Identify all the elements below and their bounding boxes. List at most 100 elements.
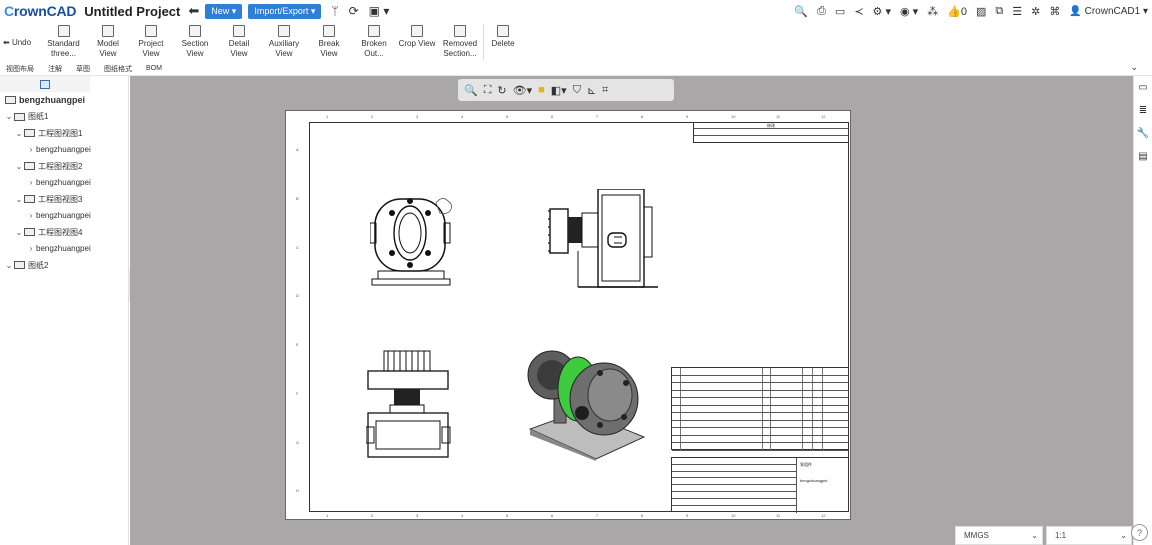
- drawing-tree-icon[interactable]: [40, 79, 50, 89]
- like-icon[interactable]: 👍0: [947, 5, 967, 18]
- gear-icon[interactable]: ✲: [1031, 5, 1040, 18]
- ribbon-tool-icon: [278, 25, 290, 37]
- import-export-button[interactable]: Import/Export ▾: [248, 3, 322, 19]
- tree-view-4[interactable]: ⌄ 工程图视图4: [0, 224, 128, 241]
- drawing-view-4-isometric[interactable]: [526, 333, 650, 461]
- rotate-icon[interactable]: ↻: [497, 84, 506, 97]
- tab-view-layout[interactable]: 视图布局: [6, 64, 34, 74]
- user-menu[interactable]: 👤 CrownCAD1 ▾: [1069, 6, 1148, 17]
- tree-view-child[interactable]: › bengzhuangpei: [0, 208, 128, 225]
- chevron-down-icon[interactable]: ⌄: [14, 129, 24, 138]
- chevron-down-icon[interactable]: ⌄: [1130, 62, 1138, 73]
- visibility-icon[interactable]: 👁▾: [513, 84, 533, 97]
- drawing-view-1[interactable]: [370, 189, 456, 289]
- chevron-down-icon[interactable]: ⌄: [14, 195, 24, 204]
- drawing-canvas[interactable]: 🔍 ⛶ ↻ 👁▾ ■ ◧▾ ⛉ ⊾ ⌗ 1 2 3 4 5 6 7 8 9 10 11 12 1234…: [130, 76, 1133, 545]
- title-block[interactable]: 泵组件 bengzhuangpei: [671, 457, 849, 513]
- ribbon-button-6[interactable]: Break View: [307, 22, 351, 60]
- ribbon-button-3[interactable]: Section View: [173, 22, 217, 60]
- list-icon[interactable]: ☰: [1012, 5, 1022, 18]
- refresh-icon[interactable]: ⟳: [349, 4, 359, 18]
- tab-sheet-format[interactable]: 图纸格式: [104, 64, 132, 74]
- ribbon-button-8[interactable]: Crop View: [397, 22, 437, 60]
- search-icon[interactable]: 🔍: [794, 5, 808, 18]
- bom-table[interactable]: [671, 367, 849, 451]
- drawing-view-2[interactable]: [548, 189, 668, 289]
- ribbon-button-5[interactable]: Auxiliary View: [261, 22, 307, 60]
- chevron-down-icon[interactable]: ⌄: [4, 112, 14, 121]
- bom-column-line: [812, 383, 813, 390]
- drawing-sheet[interactable]: 1 2 3 4 5 6 7 8 9 10 11 12 1 2 3 4 5 6 7 8 9 10 11 12 ABCDEFGH…: [285, 110, 851, 520]
- tab-annotation[interactable]: 注解: [48, 64, 62, 74]
- tree-view-3[interactable]: ⌄ 工程图视图3: [0, 191, 128, 208]
- save-icon[interactable]: ▣ ▾: [369, 4, 390, 18]
- bom-column-line: [762, 405, 763, 412]
- layers-icon[interactable]: ≣: [1134, 99, 1152, 122]
- tab-bom[interactable]: BOM: [146, 65, 162, 72]
- undo-button[interactable]: ⬅ Undo: [0, 22, 40, 47]
- ribbon-button-label: Break: [318, 39, 340, 48]
- globe-icon[interactable]: ◉ ▾: [900, 5, 918, 18]
- apps-icon[interactable]: ⌘: [1049, 5, 1060, 18]
- sheet-1-label: 图纸1: [28, 112, 49, 122]
- wrench-icon[interactable]: 🔧: [1134, 122, 1152, 145]
- new-button[interactable]: New ▾: [205, 3, 243, 19]
- tree-sheet-2[interactable]: ⌄ 图纸2: [0, 257, 128, 274]
- image-icon[interactable]: ▨: [976, 5, 986, 18]
- ribbon-button-label: Broken: [361, 39, 387, 48]
- ribbon-buttons: Standard three... Model View Project View Sect…: [40, 22, 522, 60]
- tree-root[interactable]: bengzhuangpei: [0, 92, 128, 109]
- crowncad-logo[interactable]: CrownCAD: [4, 3, 76, 19]
- ribbon-button-4[interactable]: Detail View: [217, 22, 261, 60]
- bom-column-line: [680, 383, 681, 390]
- scale-select[interactable]: 1:1 ⌄: [1046, 526, 1132, 545]
- ribbon-button-label: View: [230, 49, 248, 58]
- nodes-icon[interactable]: ⁂: [927, 5, 938, 18]
- tree-root-label: bengzhuangpei: [19, 95, 85, 106]
- shading-icon[interactable]: ■: [538, 84, 545, 96]
- ribbon-button-7[interactable]: Broken Out...: [351, 22, 397, 60]
- display-style-icon[interactable]: ◧▾: [551, 84, 567, 97]
- tree-view-child[interactable]: › bengzhuangpei: [0, 142, 128, 159]
- branch-icon[interactable]: ᛘ: [331, 4, 338, 18]
- chevron-right-icon[interactable]: ›: [26, 145, 36, 154]
- chevron-down-icon[interactable]: ⌄: [4, 261, 14, 270]
- ribbon-button-1[interactable]: Model View: [87, 22, 129, 60]
- filter-icon[interactable]: ⛉: [573, 84, 581, 97]
- help-icon[interactable]: ?: [1131, 524, 1148, 541]
- tree-sheet-1[interactable]: ⌄ 图纸1: [0, 109, 128, 126]
- project-title[interactable]: Untitled Project: [84, 4, 180, 19]
- tab-sketch[interactable]: 草图: [76, 64, 90, 74]
- plugin-icon[interactable]: ⧉: [995, 5, 1003, 18]
- bom-column-line: [812, 435, 813, 442]
- tree-view-child[interactable]: › bengzhuangpei: [0, 175, 128, 192]
- drawing-view-3[interactable]: [366, 349, 452, 459]
- screen-icon[interactable]: ▭: [835, 5, 845, 18]
- ribbon-button-0[interactable]: Standard three...: [40, 22, 87, 60]
- chevron-right-icon[interactable]: ›: [26, 244, 36, 253]
- ribbon-button-10[interactable]: Delete: [484, 22, 522, 60]
- chevron-down-icon[interactable]: ⌄: [14, 162, 24, 171]
- ribbon-button-9[interactable]: Removed Section...: [437, 22, 483, 60]
- zoom-icon[interactable]: 🔍: [464, 84, 478, 97]
- tree-view-2[interactable]: ⌄ 工程图视图2: [0, 158, 128, 175]
- zoom-fit-icon[interactable]: ⛶: [484, 84, 492, 97]
- print-icon[interactable]: ⎙: [817, 5, 826, 18]
- ribbon-button-2[interactable]: Project View: [129, 22, 173, 60]
- units-select[interactable]: MMGS ⌄: [955, 526, 1043, 545]
- tree-view-1[interactable]: ⌄ 工程图视图1: [0, 125, 128, 142]
- ribbon-tool-icon: [57, 25, 70, 37]
- normal-view-icon[interactable]: ⌗: [602, 84, 608, 97]
- tree-view-child[interactable]: › bengzhuangpei: [0, 241, 128, 258]
- database-icon[interactable]: ▤: [1134, 145, 1152, 168]
- back-arrow-icon[interactable]: ⬅: [188, 3, 199, 19]
- chevron-right-icon[interactable]: ›: [26, 178, 36, 187]
- chevron-right-icon[interactable]: ›: [26, 211, 36, 220]
- revision-table[interactable]: 修改: [693, 122, 849, 143]
- chevron-down-icon[interactable]: ⌄: [14, 228, 24, 237]
- zone-marker: 1: [326, 513, 329, 518]
- settings-icon[interactable]: ⚙ ▾: [873, 5, 891, 18]
- share-icon[interactable]: ≺: [854, 5, 863, 18]
- folder-icon[interactable]: ▭: [1134, 76, 1152, 99]
- axis-icon[interactable]: ⊾: [587, 84, 596, 97]
